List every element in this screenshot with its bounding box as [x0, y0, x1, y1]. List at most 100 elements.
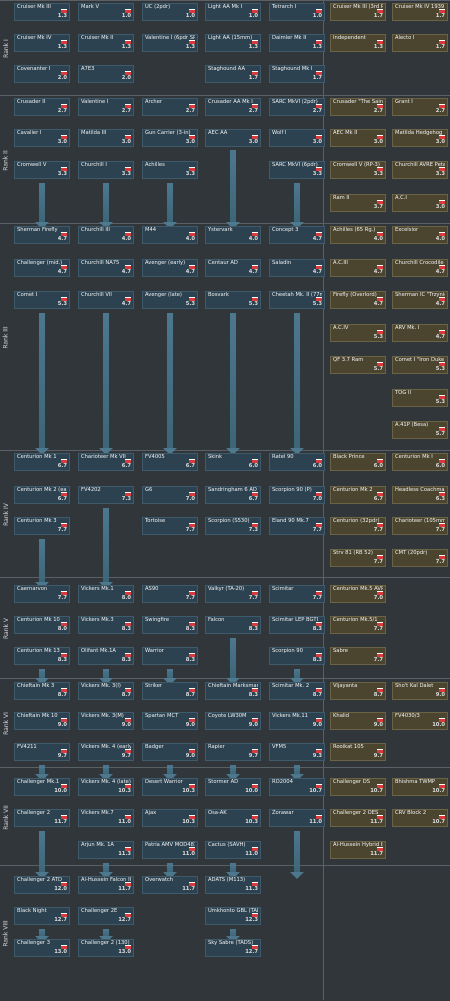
vehicle-card[interactable]: Churchill NA75 4.7	[78, 259, 134, 277]
vehicle-card[interactable]: Coyote LW30M 9.0	[205, 712, 261, 730]
vehicle-card[interactable]: Challenger DS 10.7	[330, 778, 386, 796]
vehicle-card[interactable]: FV4211 9.7	[14, 743, 70, 761]
vehicle-card[interactable]: Vijayanta 8.7	[330, 682, 386, 700]
vehicle-card[interactable]: Grant I 2.7	[392, 98, 448, 116]
vehicle-card[interactable]: A7E3 2.0	[78, 65, 134, 83]
vehicle-card[interactable]: Challenger 2 OES 11.7	[330, 809, 386, 827]
vehicle-card[interactable]: Challenger Mk.1 10.0	[14, 778, 70, 796]
vehicle-card[interactable]: VFM5 9.3	[269, 743, 325, 761]
vehicle-card[interactable]: Rapier 9.7	[205, 743, 261, 761]
vehicle-card[interactable]: Staghound AA 1.7	[205, 65, 261, 83]
vehicle-card[interactable]: Rooikat 105 9.7	[330, 743, 386, 761]
vehicle-card[interactable]: Cruiser Mk III 1.3	[14, 3, 70, 21]
vehicle-card[interactable]: Light AA Mk I 1.0	[205, 3, 261, 21]
vehicle-card[interactable]: Scimitar 7.7	[269, 585, 325, 603]
vehicle-card[interactable]: Avenger (early) 4.7	[142, 259, 198, 277]
vehicle-card[interactable]: Chieftain Mk 3 8.7	[14, 682, 70, 700]
vehicle-card[interactable]: FV4202 7.3	[78, 486, 134, 504]
vehicle-card[interactable]: Crusader AA Mk I 2.7	[205, 98, 261, 116]
vehicle-card[interactable]: Covenanter I 2.0	[14, 65, 70, 83]
vehicle-card[interactable]: Vickers Mk.11 9.0	[269, 712, 325, 730]
vehicle-card[interactable]: Cheetah Mk. II (77mm) 5.3	[269, 291, 325, 309]
vehicle-card[interactable]: Crusader "The Saint" 2.7	[330, 98, 386, 116]
vehicle-card[interactable]: Swingfire 8.3	[142, 616, 198, 634]
vehicle-card[interactable]: Desert Warrior 10.3	[142, 778, 198, 796]
vehicle-card[interactable]: Scorpion 90 (P) 7.0	[269, 486, 325, 504]
vehicle-card[interactable]: AEC Mk II 3.0	[330, 129, 386, 147]
vehicle-card[interactable]: Matilda Hedgehog 3.0	[392, 129, 448, 147]
vehicle-card[interactable]: Badger 9.0	[142, 743, 198, 761]
vehicle-card[interactable]: Challenger 3 13.0	[14, 939, 70, 957]
vehicle-card[interactable]: Matilda III 3.0	[78, 129, 134, 147]
vehicle-card[interactable]: Vickers Mk. 4 (early) 9.7	[78, 743, 134, 761]
vehicle-card[interactable]: Cactus (SAVH) 11.0	[205, 841, 261, 859]
vehicle-card[interactable]: Vickers Mk. 4 (late) 10.3	[78, 778, 134, 796]
vehicle-card[interactable]: Churchill III 4.0	[78, 226, 134, 244]
vehicle-card[interactable]: Sabre 7.7	[330, 647, 386, 665]
vehicle-card[interactable]: Spartan MCT 9.0	[142, 712, 198, 730]
vehicle-card[interactable]: Zorawar 11.0	[269, 809, 325, 827]
vehicle-card[interactable]: ADATS (M113) 11.3	[205, 876, 261, 894]
vehicle-card[interactable]: Mark V 1.0	[78, 3, 134, 21]
vehicle-card[interactable]: Scimitar Mk. 2 8.7	[269, 682, 325, 700]
vehicle-card[interactable]: Charioteer Mk VII 6.7	[78, 453, 134, 471]
vehicle-card[interactable]: Centurion Mk 1 6.7	[14, 453, 70, 471]
vehicle-card[interactable]: Centurion Mk.5/1 7.7	[330, 616, 386, 634]
vehicle-card[interactable]: Centurion Mk.5 AVRE 7.0	[330, 585, 386, 603]
vehicle-card[interactable]: Overwatch 11.7	[142, 876, 198, 894]
vehicle-card[interactable]: Chieftain Mk 10 9.0	[14, 712, 70, 730]
vehicle-card[interactable]: A.C.IV 5.3	[330, 324, 386, 342]
vehicle-card[interactable]: G6 7.0	[142, 486, 198, 504]
vehicle-card[interactable]: Centurion Mk I 6.0	[392, 453, 448, 471]
vehicle-card[interactable]: Stormer AD 10.0	[205, 778, 261, 796]
vehicle-card[interactable]: Caernarvon 7.7	[14, 585, 70, 603]
vehicle-card[interactable]: Sandringham 6 AD 6.7	[205, 486, 261, 504]
vehicle-card[interactable]: Cavalier I 3.0	[14, 129, 70, 147]
vehicle-card[interactable]: Independent 1.3	[330, 34, 386, 52]
vehicle-card[interactable]: Churchill AVRE Petard 3.3	[392, 161, 448, 179]
vehicle-card[interactable]: Avenger (late) 5.3	[142, 291, 198, 309]
vehicle-card[interactable]: Sherman Firefly 4.7	[14, 226, 70, 244]
vehicle-card[interactable]: Centurion Mk 10 8.0	[14, 616, 70, 634]
vehicle-card[interactable]: Black Prince 6.0	[330, 453, 386, 471]
vehicle-card[interactable]: Churchill VII 4.7	[78, 291, 134, 309]
vehicle-card[interactable]: CMT (20pdr) 7.7	[392, 549, 448, 567]
vehicle-card[interactable]: Charioteer (105mm) 7.7	[392, 517, 448, 535]
vehicle-card[interactable]: Gun Carrier (3-in) 3.0	[142, 129, 198, 147]
vehicle-card[interactable]: Comet I "Iron Duke IV" 5.3	[392, 356, 448, 374]
vehicle-card[interactable]: Khalid 9.0	[330, 712, 386, 730]
vehicle-card[interactable]: Vickers Mk. 3(I) 8.7	[78, 682, 134, 700]
vehicle-card[interactable]: Wolf I 3.0	[269, 129, 325, 147]
vehicle-card[interactable]: Staghound Mk I 1.7	[269, 65, 325, 83]
vehicle-card[interactable]: Tortoise 7.7	[142, 517, 198, 535]
vehicle-card[interactable]: Centurion Mk 2 6.7	[330, 486, 386, 504]
vehicle-card[interactable]: Excelsior 4.0	[392, 226, 448, 244]
vehicle-card[interactable]: Warrior 8.3	[142, 647, 198, 665]
vehicle-card[interactable]: Eland 90 Mk.7 7.7	[269, 517, 325, 535]
vehicle-card[interactable]: M44 4.0	[142, 226, 198, 244]
vehicle-card[interactable]: Valkyr (TA-20) 7.7	[205, 585, 261, 603]
vehicle-card[interactable]: Black Night 12.7	[14, 907, 70, 925]
vehicle-card[interactable]: Ajax 10.3	[142, 809, 198, 827]
vehicle-card[interactable]: FV4030/3 10.0	[392, 712, 448, 730]
vehicle-card[interactable]: Archer 2.7	[142, 98, 198, 116]
vehicle-card[interactable]: Vickers Mk.3 8.3	[78, 616, 134, 634]
vehicle-card[interactable]: A.41P (Besa) 5.7	[392, 421, 448, 439]
vehicle-card[interactable]: AS90 7.7	[142, 585, 198, 603]
vehicle-card[interactable]: Daimler Mk II 1.3	[269, 34, 325, 52]
vehicle-card[interactable]: Umkhonto GBL (TADS) 12.3	[205, 907, 261, 925]
vehicle-card[interactable]: Ram II 3.7	[330, 194, 386, 212]
vehicle-card[interactable]: Centurion Mk 3 7.7	[14, 517, 70, 535]
vehicle-card[interactable]: Scorpion 90 8.3	[269, 647, 325, 665]
vehicle-card[interactable]: Achilles 3.3	[142, 161, 198, 179]
vehicle-card[interactable]: FV4005 6.7	[142, 453, 198, 471]
vehicle-card[interactable]: Achilles (65 Rg.) 4.0	[330, 226, 386, 244]
vehicle-card[interactable]: Saladin 4.7	[269, 259, 325, 277]
vehicle-card[interactable]: Cruiser Mk IV 1939 1.7	[392, 3, 448, 21]
vehicle-card[interactable]: Cruiser Mk III (3rd R.T.R.) 1.7	[330, 3, 386, 21]
vehicle-card[interactable]: Centurion (32pdr) 7.7	[330, 517, 386, 535]
vehicle-card[interactable]: Comet I 5.3	[14, 291, 70, 309]
vehicle-card[interactable]: ARV Mk. I 4.7	[392, 324, 448, 342]
vehicle-card[interactable]: Cromwell V (RP-3) 3.3	[330, 161, 386, 179]
vehicle-card[interactable]: QF 3.7 Ram 5.7	[330, 356, 386, 374]
